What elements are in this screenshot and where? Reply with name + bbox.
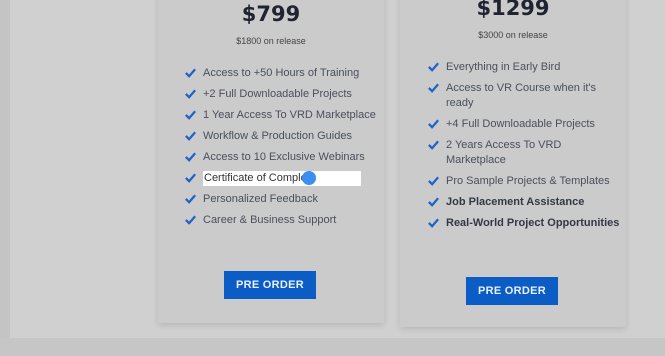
check-icon [185, 152, 196, 162]
feature-item-bold: Job Placement Assistance [427, 195, 623, 210]
selected-text[interactable]: Certificate of Comple n [203, 171, 361, 186]
feature-item: Access to VR Course when it's ready [427, 81, 623, 111]
check-icon [428, 218, 439, 228]
check-icon [185, 194, 196, 204]
feature-item: Workflow & Production Guides [184, 129, 384, 144]
check-icon [185, 68, 196, 78]
pre-order-button[interactable]: PRE ORDER [466, 277, 558, 305]
feature-item: 1 Year Access To VRD Marketplace [184, 108, 384, 123]
feature-list: Access to +50 Hours of Training +2 Full … [184, 66, 384, 234]
feature-item: Access to +50 Hours of Training [184, 66, 384, 81]
plan-price: $799 [241, 2, 301, 26]
check-icon [428, 197, 439, 207]
pricing-card-pro: $1299 $3000 on release Everything in Ear… [400, 0, 626, 327]
feature-item: +4 Full Downloadable Projects [427, 117, 623, 132]
check-icon [428, 140, 439, 150]
check-icon [185, 173, 196, 183]
page-bottom [0, 338, 665, 356]
pre-order-button[interactable]: PRE ORDER [224, 271, 316, 299]
check-icon [185, 110, 196, 120]
feature-item: Pro Sample Projects & Templates [427, 174, 623, 189]
feature-item: Everything in Early Bird [427, 60, 623, 75]
feature-item-highlighted[interactable]: Certificate of Comple n [184, 171, 384, 186]
check-icon [185, 131, 196, 141]
feature-item: 2 Years Access To VRD Marketplace [427, 138, 623, 168]
cursor-dot-icon [302, 171, 316, 185]
feature-list: Everything in Early Bird Access to VR Co… [427, 60, 623, 237]
pricing-card-early-bird: $799 $1800 on release Access to +50 Hour… [158, 0, 384, 323]
feature-item: Career & Business Support [184, 213, 384, 228]
check-icon [428, 176, 439, 186]
plan-price: $1299 [476, 0, 550, 20]
check-icon [428, 119, 439, 129]
plan-release-price: $3000 on release [478, 30, 548, 40]
check-icon [428, 62, 439, 72]
check-icon [185, 215, 196, 225]
check-icon [185, 89, 196, 99]
feature-item: Access to 10 Exclusive Webinars [184, 150, 384, 165]
check-icon [428, 83, 439, 93]
feature-item: +2 Full Downloadable Projects [184, 87, 384, 102]
page-edge [0, 0, 10, 356]
feature-item: Personalized Feedback [184, 192, 384, 207]
feature-item-bold: Real-World Project Opportunities [427, 216, 623, 231]
plan-release-price: $1800 on release [236, 36, 306, 46]
